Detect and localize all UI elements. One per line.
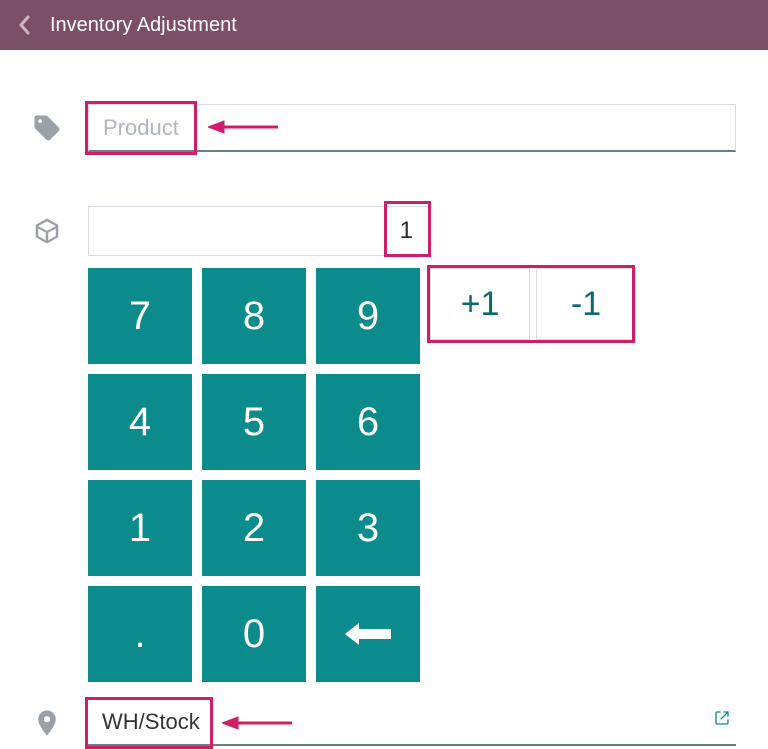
quantity-row: 1 xyxy=(32,206,736,256)
key-6[interactable]: 6 xyxy=(316,374,420,470)
key-backspace[interactable] xyxy=(316,586,420,682)
decrement-button[interactable]: -1 xyxy=(536,268,636,340)
key-4[interactable]: 4 xyxy=(88,374,192,470)
key-1[interactable]: 1 xyxy=(88,480,192,576)
step-buttons: +1 -1 xyxy=(430,268,636,340)
key-dot[interactable]: . xyxy=(88,586,192,682)
key-3[interactable]: 3 xyxy=(316,480,420,576)
key-5[interactable]: 5 xyxy=(202,374,306,470)
product-row xyxy=(32,104,736,152)
page-title: Inventory Adjustment xyxy=(50,14,237,37)
location-input[interactable] xyxy=(88,700,736,746)
app-header: Inventory Adjustment xyxy=(0,0,768,50)
product-input[interactable] xyxy=(88,104,736,152)
annotation-arrow-location xyxy=(222,714,292,732)
annotation-arrow-product xyxy=(208,118,278,136)
back-icon[interactable] xyxy=(12,13,36,37)
key-2[interactable]: 2 xyxy=(202,480,306,576)
location-row xyxy=(32,700,736,746)
numpad-row: 7 8 9 4 5 6 1 2 3 . 0 +1 -1 xyxy=(32,268,736,682)
key-0[interactable]: 0 xyxy=(202,586,306,682)
location-pin-icon xyxy=(32,708,88,738)
numeric-keypad: 7 8 9 4 5 6 1 2 3 . 0 xyxy=(88,268,420,682)
quantity-display[interactable]: 1 xyxy=(88,206,430,256)
increment-button[interactable]: +1 xyxy=(430,268,530,340)
external-link-icon[interactable] xyxy=(714,710,730,731)
tag-icon xyxy=(32,113,88,143)
cube-icon xyxy=(32,216,88,246)
key-9[interactable]: 9 xyxy=(316,268,420,364)
quantity-value: 1 xyxy=(400,217,413,245)
key-8[interactable]: 8 xyxy=(202,268,306,364)
key-7[interactable]: 7 xyxy=(88,268,192,364)
